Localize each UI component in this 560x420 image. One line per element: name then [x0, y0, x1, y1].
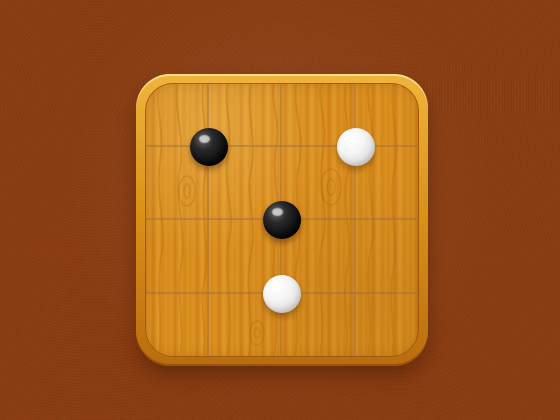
wood-knot — [249, 320, 265, 346]
wood-grain-line — [225, 83, 233, 357]
white-stone[interactable] — [336, 127, 375, 166]
wood-grain-line — [201, 83, 208, 357]
wood-knot — [183, 183, 191, 199]
black-stone[interactable] — [263, 201, 301, 239]
white-stone[interactable] — [263, 274, 301, 313]
wood-knot — [178, 175, 196, 207]
wood-grain-line — [318, 83, 326, 357]
black-stone[interactable] — [189, 127, 228, 166]
wood-grain-line — [344, 83, 351, 357]
go-board[interactable] — [136, 74, 428, 366]
wood-grain-line — [390, 83, 398, 357]
wood-grain-line — [247, 83, 255, 357]
wood-grain-line — [367, 83, 375, 357]
wood-knot — [326, 178, 336, 196]
wood-knot — [320, 168, 342, 206]
game-scene — [0, 0, 560, 420]
board-surface[interactable] — [145, 83, 419, 357]
wood-knot — [253, 327, 261, 339]
wood-grain-line — [157, 83, 164, 357]
wood-grain-line — [175, 83, 184, 357]
